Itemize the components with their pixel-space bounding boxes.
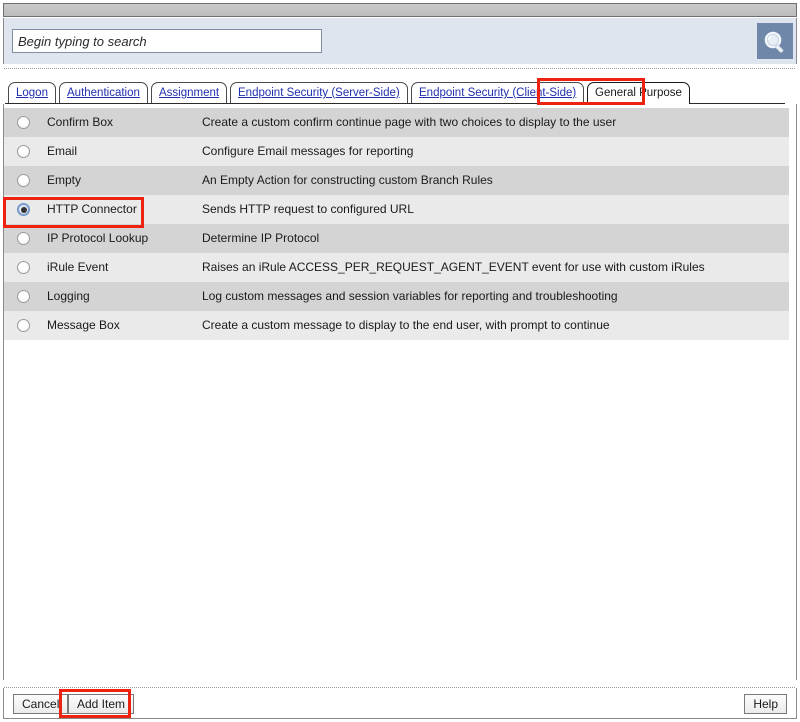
tab-endpoint-security-client-side[interactable]: Endpoint Security (Client-Side) <box>411 82 585 104</box>
cancel-button[interactable]: Cancel <box>13 694 69 714</box>
search-button[interactable] <box>757 23 793 59</box>
panel-right-edge <box>796 104 797 680</box>
item-radio-button[interactable] <box>17 319 30 332</box>
item-description: Log custom messages and session variable… <box>202 289 618 303</box>
item-description: Create a custom message to display to th… <box>202 318 610 332</box>
item-radio-button[interactable] <box>17 174 30 187</box>
tab-label: Authentication <box>67 87 140 99</box>
item-name: HTTP Connector <box>47 202 137 216</box>
tab-label: General Purpose <box>595 87 682 99</box>
item-description: Raises an iRule ACCESS_PER_REQUEST_AGENT… <box>202 260 705 274</box>
item-list: Confirm Box Create a custom confirm conti… <box>4 108 789 340</box>
item-row[interactable]: Email Configure Email messages for report… <box>4 137 789 166</box>
item-radio-button[interactable] <box>17 203 30 216</box>
item-name: Message Box <box>47 318 120 332</box>
search-input[interactable] <box>12 29 322 53</box>
tab-assignment[interactable]: Assignment <box>151 82 228 104</box>
search-icon <box>757 29 793 57</box>
item-row[interactable]: Empty An Empty Action for constructing cu… <box>4 166 789 195</box>
tab-label: Logon <box>16 87 48 99</box>
item-radio-button[interactable] <box>17 145 30 158</box>
tab-label: Endpoint Security (Client-Side) <box>419 87 577 99</box>
item-radio-button[interactable] <box>17 261 30 274</box>
help-button[interactable]: Help <box>744 694 787 714</box>
tab-authentication[interactable]: Authentication <box>59 82 148 104</box>
item-description: An Empty Action for constructing custom … <box>202 173 493 187</box>
item-row[interactable]: IP Protocol Lookup Determine IP Protocol <box>4 224 789 253</box>
tab-label: Assignment <box>159 87 220 99</box>
item-radio-button[interactable] <box>17 116 30 129</box>
separator-top <box>4 68 795 69</box>
tab-general-purpose[interactable]: General Purpose <box>587 82 690 104</box>
item-radio-button[interactable] <box>17 232 30 245</box>
add-item-button[interactable]: Add Item <box>68 694 135 714</box>
item-name: Confirm Box <box>47 115 114 129</box>
item-description: Create a custom confirm continue page wi… <box>202 115 617 129</box>
item-name: Logging <box>47 289 90 303</box>
item-description: Determine IP Protocol <box>202 231 320 245</box>
item-row[interactable]: Logging Log custom messages and session v… <box>4 282 789 311</box>
item-description: Sends HTTP request to configured URL <box>202 202 414 216</box>
item-row[interactable]: Message Box Create a custom message to di… <box>4 311 789 340</box>
tab-label: Endpoint Security (Server-Side) <box>238 87 400 99</box>
item-row[interactable]: HTTP Connector Sends HTTP request to conf… <box>4 195 789 224</box>
item-description: Configure Email messages for reporting <box>202 144 414 158</box>
tab-logon[interactable]: Logon <box>8 82 56 104</box>
item-row[interactable]: Confirm Box Create a custom confirm conti… <box>4 108 789 137</box>
item-radio-button[interactable] <box>17 290 30 303</box>
tab-endpoint-security-server-side[interactable]: Endpoint Security (Server-Side) <box>230 82 408 104</box>
button-bar: Cancel Add Item Help <box>3 688 797 719</box>
item-name: Email <box>47 144 78 158</box>
item-row[interactable]: iRule Event Raises an iRule ACCESS_PER_RE… <box>4 253 789 282</box>
search-band <box>3 18 797 64</box>
window-title-bar <box>3 3 797 17</box>
item-name: iRule Event <box>47 260 109 274</box>
tab-strip: Logon Authentication Assignment Endpoint Se… <box>3 82 794 104</box>
item-name: IP Protocol Lookup <box>47 231 149 245</box>
item-name: Empty <box>47 173 82 187</box>
